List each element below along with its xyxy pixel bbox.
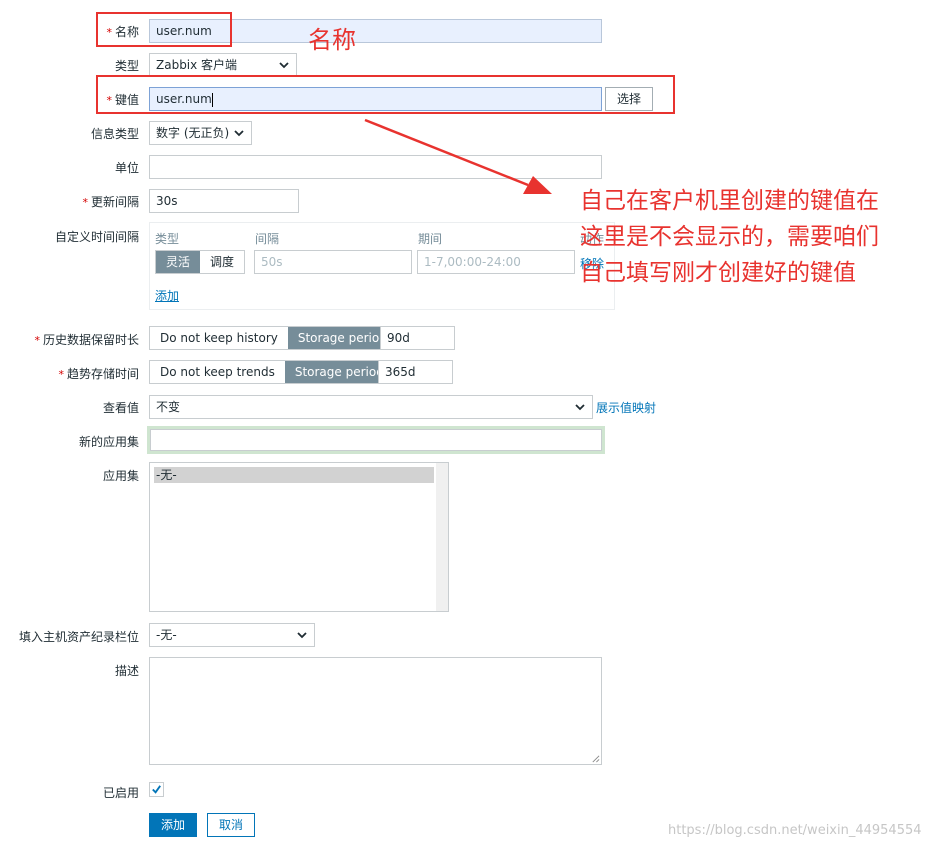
- interval-type-flexible[interactable]: 灵活: [156, 251, 201, 273]
- type-select-value: Zabbix 客户端: [156, 58, 238, 72]
- watermark: https://blog.csdn.net/weixin_44954554: [668, 823, 922, 838]
- apps-scrollbar[interactable]: [436, 463, 448, 611]
- key-annotation: 自己在客户机里创建的键值在 这里是不会显示的，需要咱们 自己填写刚才创建好的键值: [580, 183, 879, 291]
- history-value-input[interactable]: 90d: [380, 326, 455, 350]
- description-textarea[interactable]: [149, 657, 602, 765]
- cancel-button[interactable]: 取消: [207, 813, 255, 837]
- inventory-select[interactable]: -无-: [149, 623, 315, 647]
- trends-value-input[interactable]: 365d: [378, 360, 453, 384]
- key-highlight-box: [96, 75, 675, 114]
- new-app-label: 新的应用集: [78, 435, 139, 449]
- info-type-select-value: 数字 (无正负): [156, 126, 230, 140]
- required-marker: *: [82, 196, 88, 209]
- add-interval-link[interactable]: 添加: [155, 287, 179, 304]
- interval-type-toggle[interactable]: 灵活 调度: [155, 250, 246, 274]
- type-label: 类型: [114, 59, 139, 73]
- key-annotation-line-3: 自己填写刚才创建好的键值: [580, 260, 856, 286]
- value-map-label: 查看值: [102, 401, 139, 415]
- key-annotation-line-2: 这里是不会显示的，需要咱们: [580, 224, 879, 250]
- info-type-label: 信息类型: [90, 127, 139, 141]
- add-button[interactable]: 添加: [149, 813, 197, 837]
- description-label: 描述: [114, 664, 139, 678]
- history-no-keep[interactable]: Do not keep history: [150, 327, 288, 349]
- trends-no-keep[interactable]: Do not keep trends: [150, 361, 285, 383]
- update-interval-input[interactable]: 30s: [149, 189, 299, 213]
- trends-toggle[interactable]: Do not keep trends Storage period: [149, 360, 395, 384]
- info-type-select[interactable]: 数字 (无正负): [149, 121, 252, 145]
- chevron-down-icon: [279, 62, 289, 69]
- type-select[interactable]: Zabbix 客户端: [149, 53, 297, 77]
- chevron-down-icon: [297, 632, 307, 639]
- custom-intervals-label: 自定义时间间隔: [54, 230, 139, 244]
- col-period-header: 期间: [418, 232, 443, 246]
- inventory-select-value: -无-: [156, 628, 177, 642]
- apps-option[interactable]: -无-: [154, 467, 434, 483]
- required-marker: *: [58, 368, 64, 381]
- units-label: 单位: [114, 161, 139, 175]
- interval-type-scheduling[interactable]: 调度: [200, 251, 245, 273]
- apps-listbox[interactable]: -无-: [149, 462, 449, 612]
- enabled-checkbox[interactable]: [149, 782, 164, 797]
- col-interval-header: 间隔: [255, 232, 280, 246]
- custom-intervals-table: 类型 间隔 期间 动作 灵活 调度 50s 1-7,00:00-24:00 移除…: [149, 222, 615, 310]
- chevron-down-icon: [575, 404, 585, 411]
- interval-input[interactable]: 50s: [254, 250, 412, 274]
- new-app-input[interactable]: [147, 426, 605, 454]
- name-highlight-box: [96, 12, 232, 47]
- period-input[interactable]: 1-7,00:00-24:00: [417, 250, 575, 274]
- chevron-down-icon: [234, 130, 244, 137]
- update-interval-label: * 更新间隔: [82, 195, 139, 209]
- show-value-mappings-link[interactable]: 展示值映射: [596, 399, 656, 416]
- value-map-select[interactable]: 不变: [149, 395, 593, 419]
- key-annotation-line-1: 自己在客户机里创建的键值在: [580, 188, 879, 214]
- apps-label: 应用集: [102, 469, 139, 483]
- value-map-select-value: 不变: [156, 400, 181, 414]
- required-marker: *: [34, 334, 40, 347]
- enabled-label: 已启用: [102, 786, 139, 800]
- units-input[interactable]: [149, 155, 602, 179]
- inventory-label: 填入主机资产纪录栏位: [18, 630, 139, 644]
- history-label: * 历史数据保留时长: [34, 333, 139, 347]
- col-type-header: 类型: [155, 232, 180, 246]
- checkmark-icon: [152, 785, 161, 794]
- trends-label: * 趋势存储时间: [58, 367, 139, 381]
- resize-handle-icon[interactable]: [591, 754, 600, 763]
- history-toggle[interactable]: Do not keep history Storage period: [149, 326, 398, 350]
- name-annotation: 名称: [308, 26, 356, 54]
